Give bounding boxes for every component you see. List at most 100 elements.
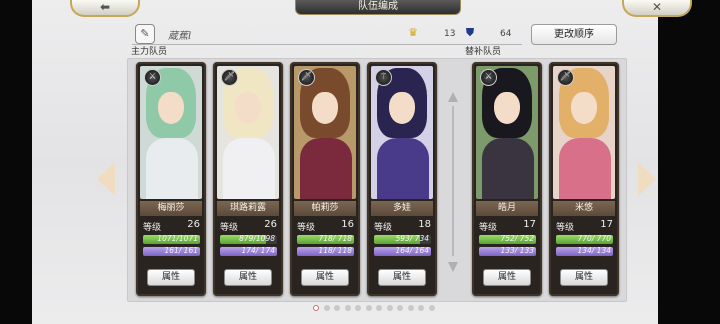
character-portrait: ⚚ (371, 66, 433, 199)
hp-bar: 752/ 752 (479, 235, 536, 244)
character-name: 帕莉莎 (294, 201, 356, 216)
character-card[interactable]: 🗡 帕莉莎 等级 16 718/ 718 118/ 118 属性 (290, 62, 360, 296)
level-value: 16 (341, 219, 354, 230)
character-name: 米悠 (553, 201, 615, 216)
hp-text: 1071/1071 (157, 235, 198, 243)
level-label: 等级 (143, 223, 162, 233)
page-dot[interactable] (334, 305, 340, 311)
hp-bar: 1071/1071 (143, 235, 200, 244)
page-dot[interactable] (407, 305, 414, 311)
portrait-outfit (377, 138, 429, 199)
page-dot[interactable] (386, 305, 393, 311)
character-portrait: 🗡 (294, 66, 356, 199)
level-value: 18 (418, 219, 431, 230)
mp-bar: 133/ 133 (479, 247, 536, 256)
staff-icon: ⚚ (375, 69, 392, 86)
page-title: 队伍编成 (295, 0, 461, 15)
team-name: 蔵蕉l (168, 31, 192, 42)
character-portrait: 🗡 (553, 66, 615, 199)
hp-text: 593/ 734 (395, 235, 429, 243)
hp-text: 718/ 718 (318, 235, 352, 243)
level-label: 等级 (220, 223, 239, 233)
hp-bar: 718/ 718 (297, 235, 354, 244)
hp-text: 752/ 752 (500, 235, 534, 243)
close-icon: ✕ (651, 0, 663, 14)
back-arrow-icon: ⬅ (99, 0, 111, 14)
character-card[interactable]: ⚚ 多娃 等级 18 593/ 734 164/ 164 属性 (367, 62, 437, 296)
page-dot[interactable] (344, 305, 351, 311)
character-card[interactable]: 🗡 琪路莉露 等级 26 879/1098 174/ 174 属性 (213, 62, 283, 296)
level-row: 等级 17 (478, 219, 538, 233)
character-card[interactable]: ⚔ 皓月 等级 17 752/ 752 133/ 133 属性 (472, 62, 542, 296)
page-dot[interactable] (376, 305, 382, 311)
character-name: 皓月 (476, 201, 538, 216)
up-arrow-icon (448, 92, 458, 102)
character-portrait: 🗡 (217, 66, 279, 199)
character-card[interactable]: ⚔ 梅丽莎 等级 26 1071/1071 161/ 161 属性 (136, 62, 206, 296)
level-row: 等级 26 (219, 219, 279, 233)
sword-icon: 🗡 (298, 69, 315, 86)
mp-bar: 134/ 134 (556, 247, 613, 256)
attributes-button[interactable]: 属性 (560, 269, 608, 286)
pencil-icon[interactable]: ✎ (135, 24, 155, 44)
level-value: 26 (264, 219, 277, 230)
level-row: 等级 26 (142, 219, 202, 233)
attributes-button[interactable]: 属性 (378, 269, 426, 286)
character-name: 琪路莉露 (217, 201, 279, 216)
team-name-bar: ✎ 蔵蕉l ♛ 13 ⛊ 64 (132, 23, 522, 45)
level-label: 等级 (479, 223, 498, 233)
shield-count: 64 (500, 29, 512, 39)
portrait-face (571, 92, 597, 124)
page-dot[interactable] (428, 305, 435, 311)
level-value: 17 (600, 219, 613, 230)
mp-text: 134/ 134 (577, 247, 611, 255)
attributes-button[interactable]: 属性 (301, 269, 349, 286)
hp-text: 879/1098 (239, 235, 275, 243)
portrait-outfit (482, 138, 534, 199)
portrait-outfit (559, 138, 611, 199)
previous-page-arrow-icon[interactable] (97, 162, 115, 196)
level-value: 17 (523, 219, 536, 230)
page-dot[interactable] (418, 305, 424, 311)
level-label: 等级 (556, 223, 575, 233)
portrait-outfit (300, 138, 352, 199)
mp-text: 161/ 161 (164, 247, 198, 255)
level-label: 等级 (374, 223, 393, 233)
dual-swords-icon: ⚔ (480, 69, 497, 86)
page-dot[interactable] (397, 305, 403, 311)
attributes-button[interactable]: 属性 (224, 269, 272, 286)
level-row: 等级 18 (373, 219, 433, 233)
page-dot[interactable] (365, 305, 372, 311)
level-row: 等级 16 (296, 219, 356, 233)
mp-text: 174/ 174 (241, 247, 275, 255)
mp-text: 118/ 118 (318, 247, 352, 255)
change-order-button[interactable]: 更改顺序 (531, 24, 617, 45)
mp-text: 133/ 133 (500, 247, 534, 255)
hp-bar: 770/ 770 (556, 235, 613, 244)
level-label: 等级 (297, 223, 316, 233)
back-button[interactable]: ⬅ (70, 0, 140, 17)
next-page-arrow-icon[interactable] (638, 162, 656, 196)
main-reserve-divider (448, 92, 458, 272)
divider-line (452, 106, 454, 256)
portrait-outfit (146, 138, 198, 199)
hp-text: 770/ 770 (577, 235, 611, 243)
portrait-face (494, 92, 520, 124)
page-dot[interactable] (355, 305, 361, 311)
page-dot[interactable] (313, 305, 319, 311)
down-arrow-icon (448, 262, 458, 272)
page-dot[interactable] (323, 305, 330, 311)
close-button[interactable]: ✕ (622, 0, 692, 17)
level-row: 等级 17 (555, 219, 615, 233)
character-portrait: ⚔ (476, 66, 538, 199)
character-portrait: ⚔ (140, 66, 202, 199)
hp-bar: 879/1098 (220, 235, 277, 244)
mp-bar: 174/ 174 (220, 247, 277, 256)
attributes-button[interactable]: 属性 (483, 269, 531, 286)
sword-icon: 🗡 (557, 69, 574, 86)
character-name: 梅丽莎 (140, 201, 202, 216)
page-indicator (313, 305, 443, 313)
attributes-button[interactable]: 属性 (147, 269, 195, 286)
character-name: 多娃 (371, 201, 433, 216)
character-card[interactable]: 🗡 米悠 等级 17 770/ 770 134/ 134 属性 (549, 62, 619, 296)
